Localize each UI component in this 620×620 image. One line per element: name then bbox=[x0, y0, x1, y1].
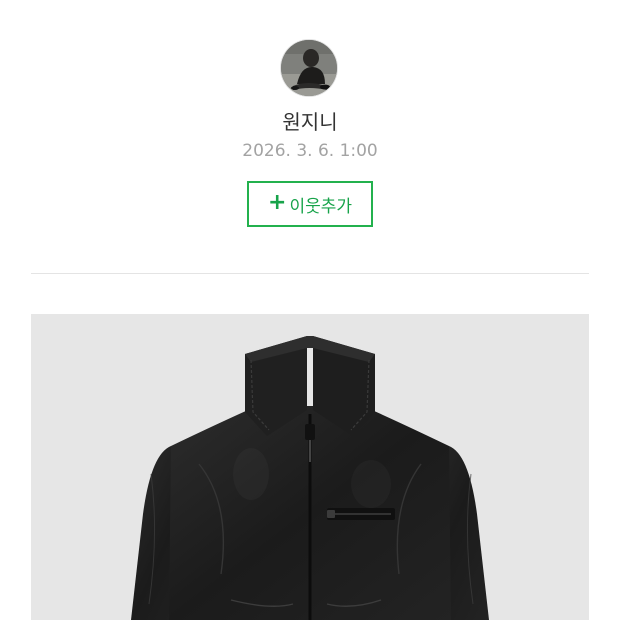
avatar-photo bbox=[281, 40, 337, 96]
author-name[interactable]: 원지니 bbox=[0, 108, 620, 136]
blog-post-page: 원지니 2026. 3. 6. 1:00 + 이웃추가 bbox=[0, 0, 620, 620]
add-neighbor-label: 이웃추가 bbox=[289, 196, 352, 217]
divider bbox=[31, 273, 589, 274]
post-date: 2026. 3. 6. 1:00 bbox=[242, 141, 378, 161]
post-header: 원지니 2026. 3. 6. 1:00 + 이웃추가 bbox=[0, 0, 620, 275]
add-neighbor-button[interactable]: + 이웃추가 bbox=[247, 181, 373, 227]
leather-jacket-illustration bbox=[31, 314, 589, 620]
avatar[interactable] bbox=[281, 40, 337, 96]
post-photo-leather-jacket[interactable] bbox=[31, 314, 589, 620]
plus-icon: + bbox=[268, 190, 287, 215]
